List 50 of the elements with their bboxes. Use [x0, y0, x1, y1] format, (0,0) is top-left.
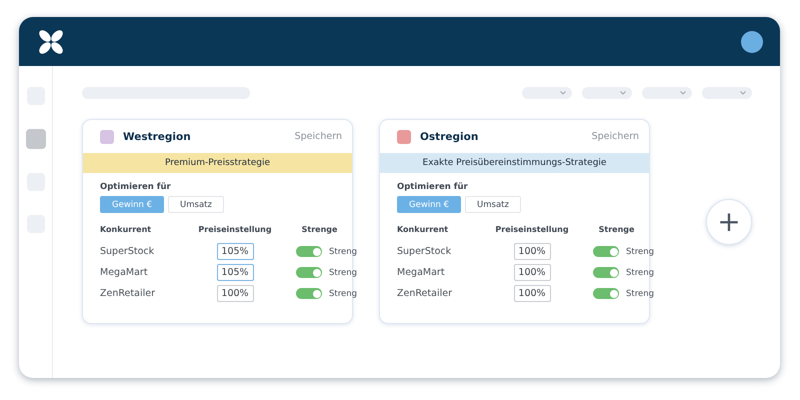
logo-icon — [38, 28, 64, 54]
sidebar-item[interactable] — [26, 129, 46, 149]
chevron-icon — [740, 91, 746, 95]
price-input[interactable]: 100% — [216, 285, 254, 302]
column-header: Strenge — [302, 225, 338, 234]
column-header: Konkurrent — [100, 225, 152, 234]
toggle-switch[interactable] — [296, 246, 322, 257]
toggle-label: Streng — [329, 268, 358, 278]
column-header: Konkurrent — [397, 225, 448, 234]
column-header: Preiseinstellung — [198, 225, 272, 234]
toggle-switch[interactable] — [296, 288, 322, 299]
option-button[interactable]: Umsatz — [465, 196, 521, 213]
toggle-label: Streng — [626, 246, 654, 256]
card-title: Westregion — [123, 130, 192, 142]
toggle-switch[interactable] — [593, 246, 619, 257]
competitor-name: MegaMart — [397, 267, 446, 278]
price-input[interactable]: 100% — [514, 264, 550, 281]
strategy-banner: Premium-Preisstrategie — [83, 153, 352, 173]
dropdown[interactable] — [582, 87, 632, 99]
price-input[interactable]: 100% — [514, 285, 550, 302]
toggle-label: Streng — [626, 288, 654, 298]
toggle-label: Streng — [329, 246, 358, 256]
toggle-switch[interactable] — [296, 267, 322, 278]
price-input[interactable]: 105% — [216, 243, 254, 260]
toggle-label: Streng — [626, 268, 654, 278]
strategy-banner: Exakte Preisübereinstimmungs-Strategie — [380, 153, 649, 173]
chevron-icon — [620, 91, 626, 95]
competitor-name: SuperStock — [100, 246, 156, 257]
section-label: Optimieren für — [397, 182, 469, 192]
price-input[interactable]: 105% — [216, 264, 254, 281]
competitor-name: MegaMart — [100, 267, 149, 278]
competitor-name: ZenRetailer — [100, 288, 156, 299]
avatar[interactable] — [741, 30, 763, 52]
toggle-switch[interactable] — [593, 267, 619, 278]
column-header: Preiseinstellung — [495, 225, 569, 234]
chevron-icon — [560, 91, 566, 95]
option-button[interactable]: Umsatz — [168, 196, 224, 213]
dropdown[interactable] — [642, 87, 692, 99]
competitor-name: SuperStock — [397, 246, 452, 257]
column-header: Strenge — [598, 225, 634, 234]
card-title: Ostregion — [420, 130, 480, 142]
competitor-name: ZenRetailer — [397, 288, 453, 299]
add-button[interactable]: + — [706, 199, 752, 245]
toggle-label: Streng — [329, 288, 358, 298]
section-label: Optimieren für — [100, 182, 172, 192]
dropdown[interactable] — [702, 87, 752, 99]
price-input[interactable]: 100% — [514, 243, 550, 260]
dropdown[interactable] — [522, 87, 572, 99]
chevron-icon — [680, 91, 686, 95]
toggle-switch[interactable] — [593, 288, 619, 299]
